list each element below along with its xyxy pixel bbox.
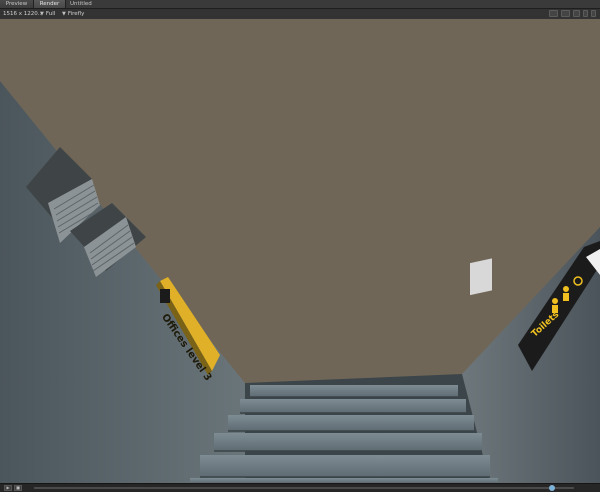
scale-label: Full [45, 11, 56, 17]
timeline-track[interactable] [34, 487, 574, 489]
snapshot-icon[interactable] [549, 10, 558, 17]
tab-preview[interactable]: Preview [0, 0, 34, 8]
tab-render[interactable]: Render [34, 0, 66, 8]
timeline-scrubber[interactable] [549, 485, 556, 491]
settings-icon[interactable] [573, 10, 580, 17]
renderer-label: Firefly [67, 11, 85, 17]
renderer-dropdown[interactable]: ▼ Firefly [62, 9, 84, 19]
info-icon[interactable] [583, 10, 588, 17]
play-button[interactable]: ▶ [4, 485, 12, 491]
scale-dropdown[interactable]: ▼ Full [40, 9, 55, 19]
resolution-label: 1516 x 1220... [3, 11, 43, 17]
render-viewport[interactable]: Offices level 3 Toilets [0, 19, 600, 483]
chevron-down-icon: ▼ [62, 11, 66, 17]
sign-arrow-box [160, 289, 170, 303]
stop-button[interactable]: ■ [14, 485, 22, 491]
region-icon[interactable] [561, 10, 570, 17]
chevron-down-icon: ▼ [40, 11, 44, 17]
resolution-dropdown[interactable]: 1516 x 1220... [3, 9, 43, 19]
toolbar-icon-group [549, 10, 596, 18]
document-title: Untitled [70, 1, 92, 7]
rendered-scene [0, 19, 600, 483]
tab-bar: Preview Render Untitled [0, 0, 600, 9]
wall-panel [470, 258, 492, 296]
menu-icon[interactable] [591, 10, 596, 17]
